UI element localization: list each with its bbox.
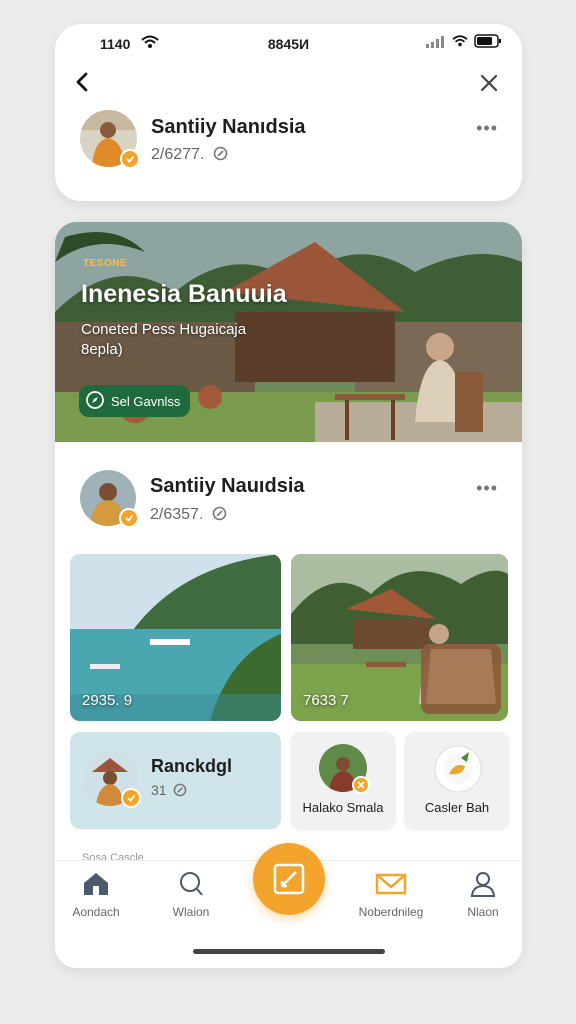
profile-name: Santiiy Nanıdsia <box>151 116 306 138</box>
tab-label: Nlaon <box>467 905 499 919</box>
tab-messages[interactable]: Noberdnileg <box>351 871 431 919</box>
clock-icon <box>173 783 187 800</box>
verified-badge-icon <box>121 788 141 808</box>
tab-label: Wlaion <box>172 905 210 919</box>
home-indicator[interactable] <box>193 949 385 954</box>
rank-title: Ranckdgl <box>151 756 233 776</box>
profile-sub-text: 2/6277. <box>151 146 205 163</box>
rank-sub-text: 31 <box>151 782 167 798</box>
battery-icon <box>474 34 502 53</box>
tab-home[interactable]: Aondach <box>56 871 136 919</box>
tab-search[interactable]: Wlaion <box>151 871 231 919</box>
photo-tile-house[interactable]: 7633 7 <box>291 554 508 721</box>
post-author-name: Santiiy Nauıdsia <box>150 475 305 497</box>
create-button[interactable] <box>253 843 325 915</box>
close-icon <box>480 74 498 92</box>
hero-title: Inenesia Banuuia <box>81 280 287 308</box>
profile-icon <box>470 872 496 897</box>
top-card: 1140 8845И Santiiy Nanıdsia 2/6277. ••• <box>55 24 522 201</box>
tile-value: 2935. 9 <box>82 692 133 709</box>
hero-subtitle: Coneted Pess Hugaicaja 8epla) <box>81 321 247 358</box>
avatar[interactable] <box>80 110 140 169</box>
home-icon <box>84 873 108 895</box>
back-button[interactable] <box>71 70 95 94</box>
small-card-food[interactable]: Casler Bah <box>405 732 509 829</box>
status-icons <box>426 34 502 53</box>
signal-icon <box>426 35 446 53</box>
photo-tile-beach[interactable]: 2935. 9 <box>70 554 281 721</box>
hero-banner[interactable]: TESONE Inenesia Banuuia Coneted Pess Hug… <box>55 222 522 442</box>
edit-icon <box>273 863 305 895</box>
rank-sub: 31 <box>151 782 187 800</box>
bottom-tab-bar: Aondach Wlaion Noberdnileg Nlaon <box>55 843 522 968</box>
post-meta-text: 2/6357. <box>150 506 204 523</box>
rank-avatar <box>82 750 141 808</box>
small-card-avatar <box>319 744 370 794</box>
tab-label: Noberdnileg <box>358 905 424 919</box>
tab-label: Aondach <box>72 905 120 919</box>
post-more-options-icon[interactable]: ••• <box>476 478 498 499</box>
verified-badge-icon <box>120 149 140 169</box>
hero-kicker: TESONE <box>83 258 128 269</box>
search-icon <box>180 872 203 896</box>
verified-badge-icon <box>119 508 139 528</box>
main-card: TESONE Inenesia Banuuia Coneted Pess Hug… <box>55 222 522 968</box>
wifi-icon <box>452 34 468 53</box>
hero-action-button[interactable]: Sel Gavnlss <box>79 385 191 417</box>
more-options-icon[interactable]: ••• <box>476 118 498 139</box>
hero-action-label: Sel Gavnlss <box>111 393 181 409</box>
post-avatar[interactable] <box>80 470 139 528</box>
tab-profile[interactable]: Nlaon <box>443 871 522 919</box>
star-badge-icon <box>352 776 370 794</box>
profile-sub: 2/6277. <box>151 146 228 166</box>
food-dish-icon <box>433 744 483 794</box>
rank-card[interactable]: Ranckdgl 31 <box>70 732 281 829</box>
compass-icon <box>85 390 105 413</box>
clock-icon <box>212 506 227 526</box>
small-card-label: Casler Bah <box>424 800 490 815</box>
chevron-left-icon <box>76 72 88 92</box>
close-button[interactable] <box>478 72 500 94</box>
small-card-label: Halako Smala <box>302 800 384 815</box>
status-bar: 1140 8845И <box>55 34 522 54</box>
mail-icon <box>375 873 407 895</box>
small-card-person[interactable]: Halako Smala <box>291 732 395 829</box>
clock-icon <box>213 146 228 166</box>
tile-value: 7633 7 <box>303 692 349 709</box>
post-meta: 2/6357. <box>150 506 227 526</box>
